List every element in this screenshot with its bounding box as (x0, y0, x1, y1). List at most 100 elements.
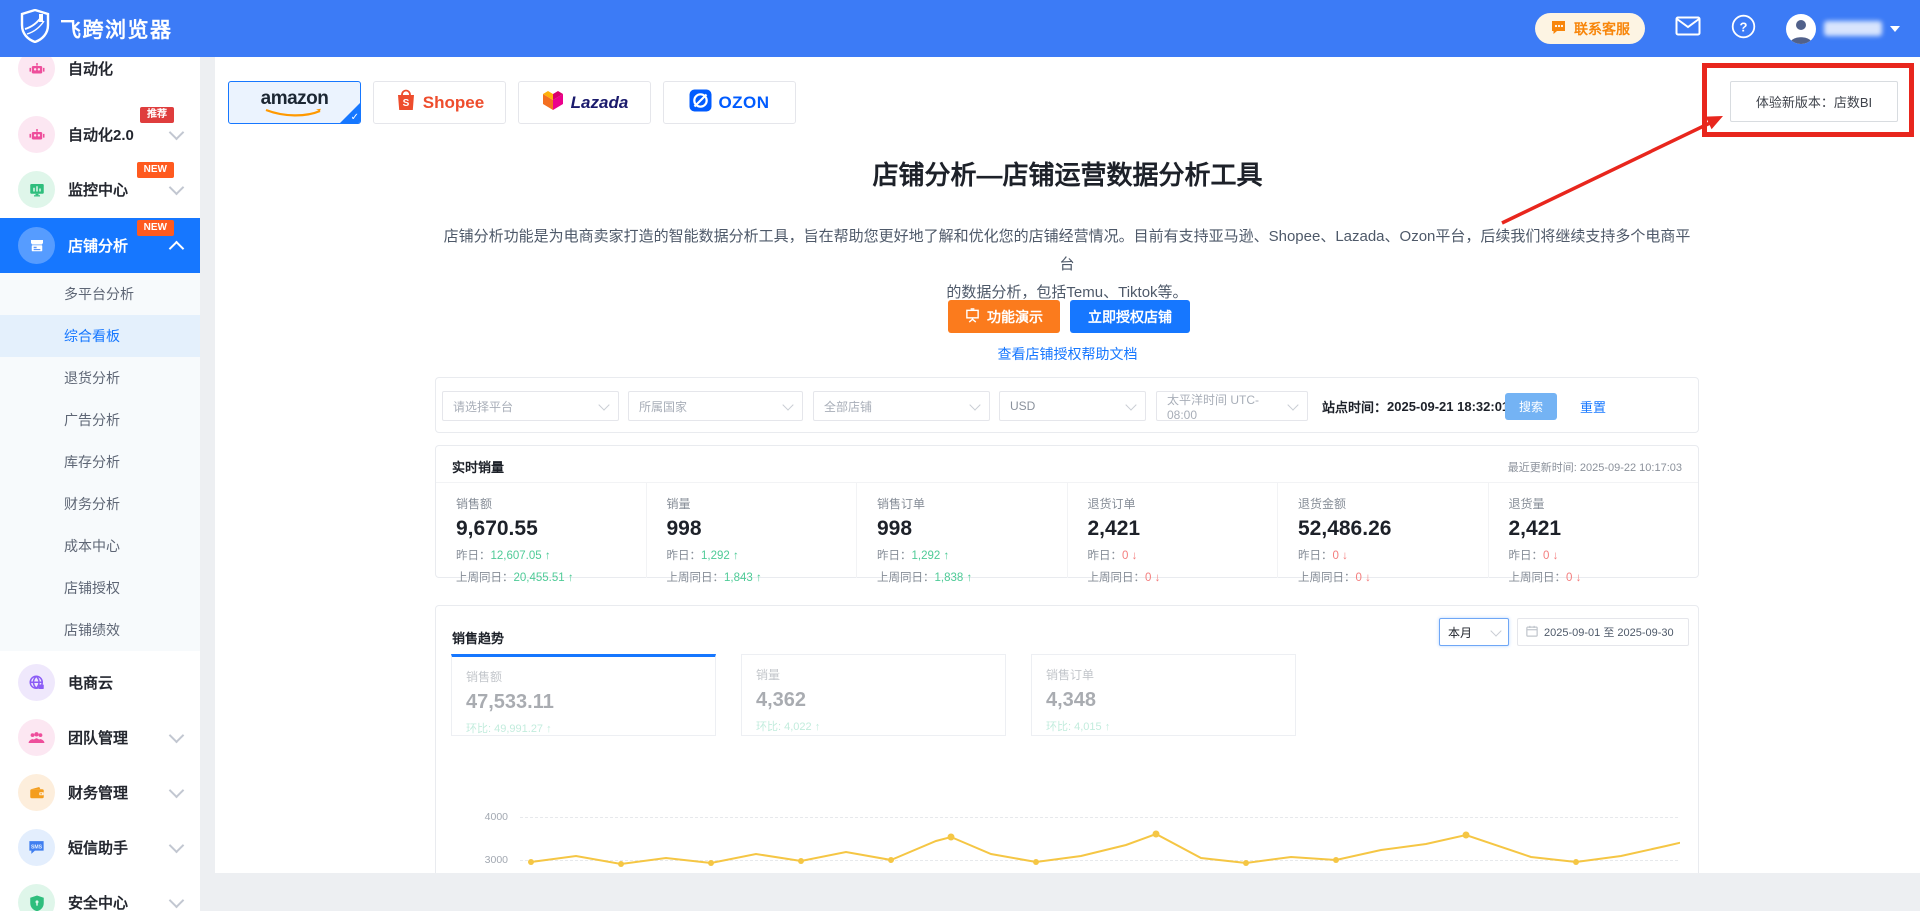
chevron-down-icon (1490, 624, 1502, 637)
sidebar-item-finance-management[interactable]: 财务管理 (0, 765, 200, 820)
chevron-down-icon (782, 398, 794, 411)
filter-bar: 请选择平台 所属国家 全部店铺 USD 太平洋时间 UTC-08:00 站点时间… (435, 377, 1699, 433)
site-time: 站点时间： 2025-09-21 18:32:01 (1322, 398, 1510, 415)
sidebar-item-automation-partial[interactable]: 自动化 (0, 57, 200, 96)
sidebar-item-ecommerce-cloud[interactable]: 电商云 (0, 655, 200, 710)
sidebar-subitem-inventory[interactable]: 库存分析 (0, 441, 200, 483)
chevron-down-icon (168, 892, 185, 908)
reset-button[interactable]: 重置 (1574, 378, 1612, 434)
team-icon (18, 719, 55, 756)
monitor-icon (18, 171, 55, 208)
chevron-down-icon (598, 398, 610, 411)
metric-return-volume: 退货量 2,421 昨日：0 ↓ 上周同日：0 ↓ (1487, 483, 1699, 584)
help-icon[interactable]: ? (1731, 14, 1756, 44)
contact-support-button[interactable]: 联系客服 (1535, 13, 1645, 44)
username-blurred (1824, 21, 1882, 36)
mail-icon[interactable] (1675, 16, 1701, 41)
platform-select[interactable]: 请选择平台 (442, 391, 619, 421)
chevron-down-icon (168, 837, 185, 853)
metric-return-amount: 退货金额 52,486.26 昨日：0 ↓ 上周同日：0 ↓ (1277, 483, 1488, 584)
svg-text:?: ? (1740, 19, 1748, 34)
sidebar-item-security-center[interactable]: 安全中心 (0, 875, 200, 911)
trend-card-sales-amount[interactable]: 销售额 47,533.11 环比: 49,991.27 ↑ (451, 654, 716, 736)
page-title: 店铺分析—店铺运营数据分析工具 (872, 160, 1263, 190)
sidebar-subitem-multiplatform[interactable]: 多平台分析 (0, 273, 200, 315)
shop-analysis-submenu: 多平台分析 综合看板 退货分析 广告分析 库存分析 财务分析 成本中心 店铺授权… (0, 273, 200, 651)
main-content: amazon ✓ S Shopee Lazada OZON 体验新版本：店数BI… (215, 57, 1920, 873)
wallet-icon (18, 774, 55, 811)
sidebar: 自动化 推荐 自动化2.0 NEW 监控中心 NEW 店铺分析 多平台分析 综合… (0, 57, 200, 911)
robot-icon (18, 57, 55, 87)
sidebar-item-shop-analysis[interactable]: NEW 店铺分析 (0, 218, 200, 273)
sidebar-subitem-finance[interactable]: 财务分析 (0, 483, 200, 525)
sidebar-subitem-ads[interactable]: 广告分析 (0, 399, 200, 441)
presentation-icon (965, 307, 980, 326)
trend-title: 销售趋势 (452, 631, 505, 646)
shield-icon (18, 884, 55, 911)
chevron-up-icon (168, 240, 185, 257)
svg-text:SMS: SMS (31, 844, 43, 850)
try-new-version-button[interactable]: 体验新版本：店数BI (1730, 81, 1898, 122)
chat-icon (1550, 19, 1567, 39)
tab-amazon[interactable]: amazon ✓ (228, 81, 361, 124)
currency-select[interactable]: USD (999, 391, 1146, 421)
sidebar-item-sms-assistant[interactable]: SMS 短信助手 (0, 820, 200, 875)
metric-sales-volume: 销量 998 昨日：1,292 ↑ 上周同日：1,843 ↑ (645, 483, 857, 584)
auth-help-doc-link[interactable]: 查看店铺授权帮助文档 (215, 344, 1920, 364)
sidebar-subitem-cost-center[interactable]: 成本中心 (0, 525, 200, 567)
sidebar-subitem-returns[interactable]: 退货分析 (0, 357, 200, 399)
brand-name: 飞跨浏览器 (60, 18, 173, 42)
feature-demo-button[interactable]: 功能演示 (948, 300, 1060, 333)
badge-new: NEW (136, 220, 174, 236)
user-menu[interactable] (1786, 13, 1900, 44)
chevron-down-icon (168, 782, 185, 798)
shield-logo-icon (20, 8, 50, 48)
ozon-logo-icon (689, 89, 712, 117)
sidebar-item-team-management[interactable]: 团队管理 (0, 710, 200, 765)
chevron-down-icon (168, 179, 185, 195)
app-root: 飞跨浏览器 联系客服 ? 自动化 推荐 自动化2.0 NEW 监控中心 NEW … (0, 0, 1920, 911)
chevron-down-icon (1125, 398, 1137, 411)
date-range-picker[interactable]: 2025-09-01 至 2025-09-30 (1517, 618, 1689, 646)
amazon-logo: amazon (261, 89, 329, 117)
shopee-logo-icon: S (395, 88, 417, 117)
check-icon: ✓ (350, 112, 359, 123)
chevron-down-icon (969, 398, 981, 411)
badge-recommended: 推荐 (140, 107, 174, 123)
chevron-down-icon (168, 727, 185, 743)
sms-icon: SMS (18, 829, 55, 866)
y-axis-tick-4000: 4000 (484, 811, 508, 823)
authorize-shop-button[interactable]: 立即授权店铺 (1070, 300, 1190, 333)
badge-new: NEW (136, 162, 174, 178)
trend-card-sales-orders[interactable]: 销售订单 4,348 环比: 4,015 ↑ (1031, 654, 1296, 736)
cloud-globe-icon (18, 664, 55, 701)
search-button[interactable]: 搜索 (1505, 393, 1557, 420)
tab-ozon[interactable]: OZON (663, 81, 796, 124)
chevron-down-icon (1890, 25, 1900, 32)
realtime-sales-panel: 实时销量 最近更新时间: 2025-09-22 10:17:03 销售额 9,6… (435, 445, 1699, 584)
timezone-select[interactable]: 太平洋时间 UTC-08:00 (1156, 391, 1308, 422)
sidebar-item-monitor-center[interactable]: NEW 监控中心 (0, 162, 200, 217)
period-select[interactable]: 本月 (1439, 618, 1509, 646)
contact-support-label: 联系客服 (1574, 20, 1630, 37)
lazada-logo-icon (541, 89, 565, 116)
tab-lazada[interactable]: Lazada (518, 81, 651, 124)
sidebar-subitem-shop-auth[interactable]: 店铺授权 (0, 567, 200, 609)
shop-select[interactable]: 全部店铺 (813, 391, 990, 421)
metric-return-orders: 退货订单 2,421 昨日：0 ↓ 上周同日：0 ↓ (1066, 483, 1278, 584)
trend-line-chart (528, 830, 1680, 867)
calendar-icon (1526, 625, 1538, 640)
sales-trend-panel: 销售趋势 本月 2025-09-01 至 2025-09-30 销售额 47,5… (435, 605, 1699, 873)
brand-logo[interactable]: 飞跨浏览器 (20, 8, 173, 48)
country-select[interactable]: 所属国家 (628, 391, 803, 421)
storefront-icon (18, 227, 55, 264)
sidebar-item-automation-2[interactable]: 推荐 自动化2.0 (0, 107, 200, 162)
page-description: 店铺分析功能是为电商卖家打造的智能数据分析工具，旨在帮助您更好地了解和优化您的店… (443, 228, 1691, 301)
tab-shopee[interactable]: S Shopee (373, 81, 506, 124)
sidebar-subitem-dashboard[interactable]: 综合看板 (0, 315, 200, 357)
chevron-down-icon (168, 124, 185, 140)
trend-card-sales-volume[interactable]: 销量 4,362 环比: 4,022 ↑ (741, 654, 1006, 736)
sidebar-subitem-shop-performance[interactable]: 店铺绩效 (0, 609, 200, 651)
metrics-row: 销售额 9,670.55 昨日：12,607.05 ↑ 上周同日：20,455.… (436, 483, 1699, 584)
metric-sales-amount: 销售额 9,670.55 昨日：12,607.05 ↑ 上周同日：20,455.… (456, 497, 574, 584)
